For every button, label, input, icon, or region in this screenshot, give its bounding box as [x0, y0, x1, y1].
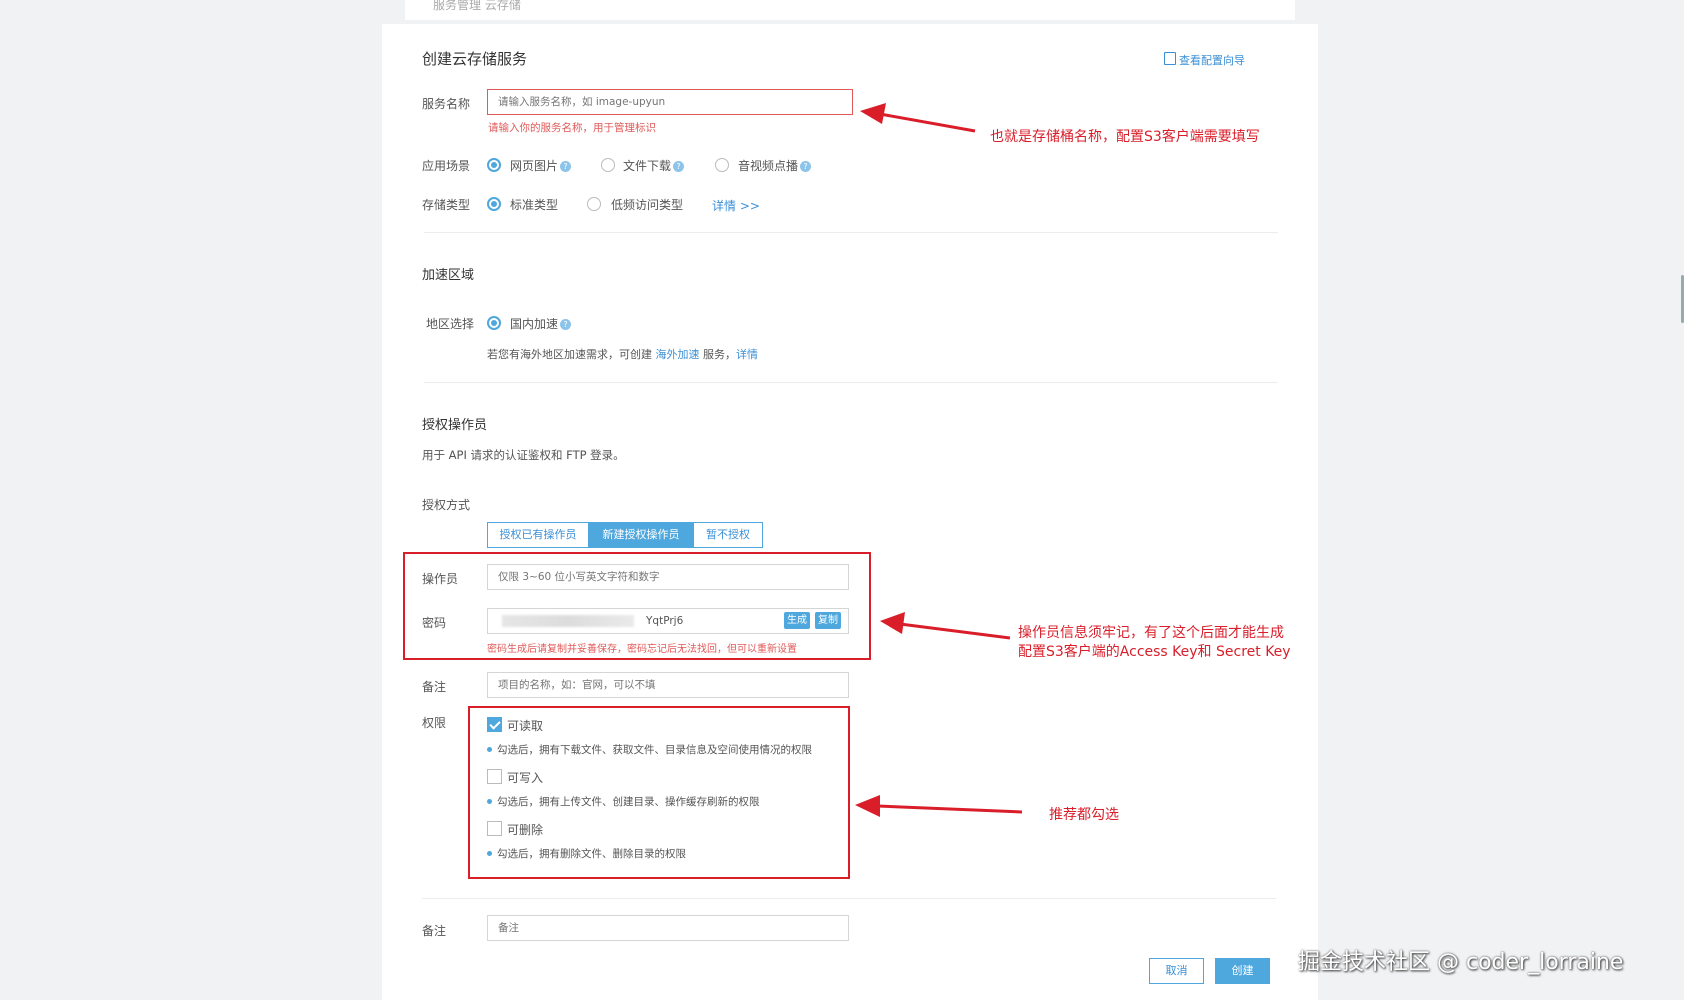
- annotation-operator-text-1: 操作员信息须牢记，有了这个后面才能生成: [1018, 625, 1284, 641]
- arrow-bucket: [860, 103, 976, 133]
- arrow-operator: [880, 612, 1011, 640]
- annotation-bucket-text: 也就是存储桶名称，配置S3客户端需要填写: [990, 129, 1260, 145]
- annotation-permissions-text: 推荐都勾选: [1049, 807, 1119, 823]
- annotation-arrows: [855, 103, 1023, 817]
- watermark: 掘金技术社区 @ coder_lorraine: [1298, 950, 1624, 975]
- annotation-operator-text-2: 配置S3客户端的Access Key和 Secret Key: [1018, 644, 1291, 660]
- arrow-permissions: [855, 795, 1023, 817]
